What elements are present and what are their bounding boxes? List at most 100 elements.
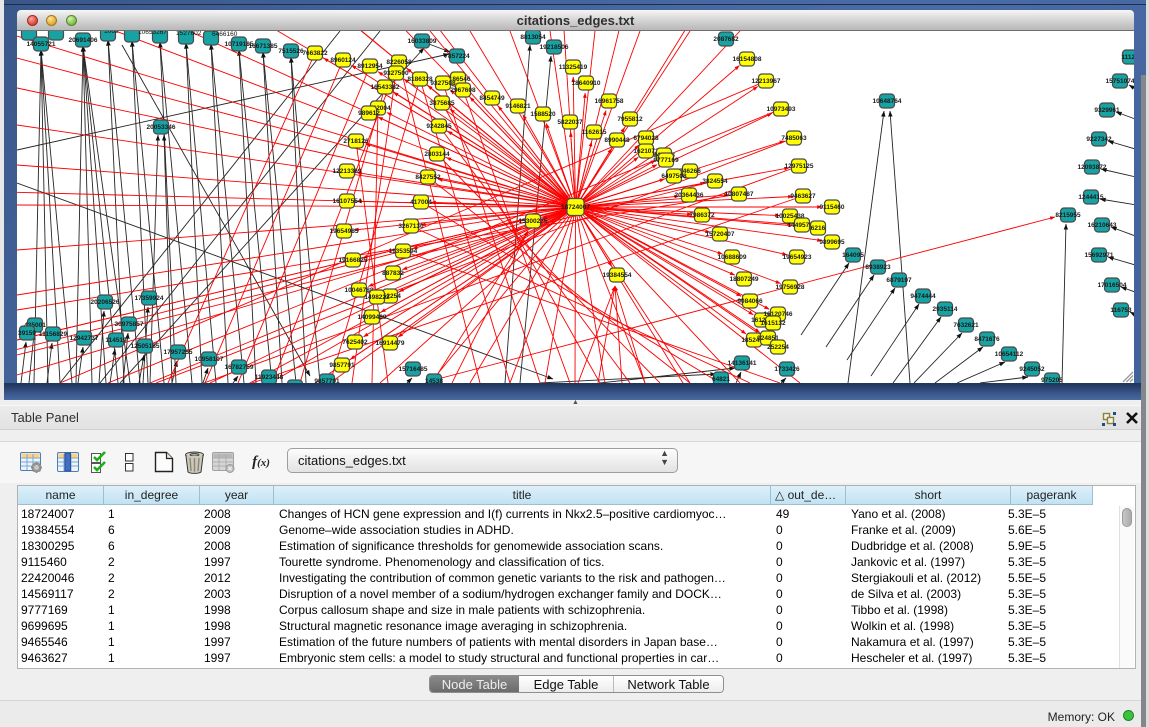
svg-text:3824554: 3824554 (702, 178, 728, 185)
svg-text:16671385: 16671385 (249, 43, 278, 50)
svg-text:10653267: 10653267 (138, 31, 167, 36)
svg-text:9857791: 9857791 (314, 378, 340, 383)
svg-text:12942737: 12942737 (70, 335, 99, 342)
svg-text:7632621: 7632621 (953, 322, 979, 329)
svg-text:10688609: 10688609 (718, 254, 747, 261)
svg-text:19756928: 19756928 (776, 284, 805, 291)
svg-text:14538: 14538 (425, 378, 443, 383)
svg-text:8427552: 8427552 (415, 174, 441, 181)
svg-text:5822037: 5822037 (557, 119, 583, 126)
svg-text:17957255: 17957255 (164, 349, 193, 356)
svg-text:3875685: 3875685 (429, 100, 455, 107)
svg-text:12505185: 12505185 (131, 343, 160, 350)
svg-text:989612: 989612 (358, 110, 380, 117)
svg-text:64821: 64821 (712, 376, 730, 383)
svg-text:8454749: 8454749 (479, 95, 505, 102)
svg-text:9899695: 9899695 (819, 239, 845, 246)
svg-text:887832: 887832 (382, 270, 404, 277)
svg-text:164095: 164095 (842, 252, 864, 259)
svg-text:9227342: 9227342 (1086, 136, 1112, 143)
svg-text:20691406: 20691406 (69, 37, 98, 44)
svg-text:252254: 252254 (767, 344, 789, 351)
svg-text:9115460: 9115460 (820, 204, 845, 211)
svg-text:30975857: 30975857 (115, 321, 144, 328)
svg-text:14136141: 14136141 (728, 360, 757, 367)
svg-text:10973493: 10973493 (767, 106, 796, 113)
svg-text:19654923: 19654923 (783, 254, 812, 261)
svg-text:11353594: 11353594 (389, 248, 418, 255)
svg-text:11325419: 11325419 (559, 64, 588, 71)
svg-text:19218506: 19218506 (540, 44, 569, 51)
svg-text:17016504: 17016504 (1098, 282, 1127, 289)
svg-text:16914479: 16914479 (376, 340, 405, 347)
svg-text:11156829: 11156829 (39, 331, 68, 338)
svg-text:7857224: 7857224 (444, 53, 470, 60)
svg-text:8960124: 8960124 (330, 57, 356, 64)
svg-text:9463627: 9463627 (790, 193, 816, 200)
svg-text:2935114: 2935114 (933, 306, 958, 313)
svg-text:20364436: 20364436 (675, 192, 704, 199)
svg-text:417004: 417004 (410, 199, 432, 206)
svg-text:15300275: 15300275 (519, 218, 548, 225)
svg-text:10654112: 10654112 (995, 351, 1024, 358)
svg-text:20206526: 20206526 (91, 299, 120, 306)
svg-text:15751074: 15751074 (1106, 78, 1134, 85)
svg-text:9242845: 9242845 (426, 123, 452, 130)
svg-text:16154808: 16154808 (733, 56, 762, 63)
svg-text:2087682: 2087682 (713, 36, 739, 43)
svg-text:6879197: 6879197 (886, 277, 912, 284)
svg-text:6794028: 6794028 (633, 135, 659, 142)
svg-text:11123: 11123 (1121, 54, 1134, 61)
svg-text:17359924: 17359924 (135, 295, 164, 302)
svg-text:116753: 116753 (1110, 307, 1132, 314)
svg-text:9146821: 9146821 (505, 103, 531, 110)
svg-text:9857791: 9857791 (329, 362, 355, 369)
svg-text:16033809: 16033809 (408, 38, 437, 45)
svg-text:20053346: 20053346 (147, 124, 176, 131)
svg-text:114519: 114519 (105, 337, 127, 344)
svg-text:9474444: 9474444 (910, 293, 936, 300)
svg-text:10807487: 10807487 (725, 191, 754, 198)
svg-text:8471676: 8471676 (974, 336, 1000, 343)
svg-text:7485063: 7485063 (781, 135, 807, 142)
svg-text:12213967: 12213967 (752, 78, 781, 85)
svg-text:1065: 1065 (104, 31, 119, 35)
svg-text:1527602: 1527602 (176, 31, 202, 37)
svg-text:1244415: 1244415 (1078, 194, 1104, 201)
svg-text:8938923: 8938923 (865, 264, 891, 271)
svg-text:7986372: 7986372 (689, 212, 715, 219)
svg-text:9245052: 9245052 (1019, 366, 1045, 373)
svg-text:975205: 975205 (1041, 377, 1063, 383)
svg-text:1498222: 1498222 (364, 294, 390, 301)
svg-text:7625402: 7625402 (342, 339, 368, 346)
svg-text:9777169: 9777169 (653, 157, 679, 164)
svg-text:2967608: 2967608 (450, 87, 476, 94)
svg-text:10958107: 10958107 (195, 356, 224, 363)
svg-text:6466160: 6466160 (212, 31, 238, 38)
svg-text:18724007: 18724007 (561, 204, 590, 211)
svg-text:39159: 39159 (18, 330, 36, 337)
svg-text:15692971: 15692971 (1085, 252, 1114, 259)
svg-text:18807249: 18807249 (730, 276, 759, 283)
svg-text:6497508: 6497508 (661, 173, 687, 180)
svg-text:16107554: 16107554 (333, 198, 362, 205)
svg-text:16961758: 16961758 (595, 98, 624, 105)
svg-text:9327500: 9327500 (383, 70, 409, 77)
svg-text:1588520: 1588520 (530, 111, 556, 118)
svg-text:7663822: 7663822 (302, 50, 328, 57)
svg-text:8912954: 8912954 (357, 63, 383, 70)
svg-text:9084066: 9084066 (737, 298, 763, 305)
svg-text:2803144: 2803144 (424, 151, 450, 158)
svg-text:15716485: 15716485 (399, 366, 428, 373)
svg-text:18640910: 18640910 (572, 80, 601, 87)
svg-text:8186328: 8186328 (407, 76, 433, 83)
svg-text:16210643: 16210643 (1088, 222, 1117, 229)
svg-text:16782759: 16782759 (225, 364, 254, 371)
svg-text:19384554: 19384554 (603, 272, 632, 279)
svg-text:12975125: 12975125 (785, 163, 814, 170)
svg-text:6216: 6216 (811, 225, 826, 232)
svg-text:19166825: 19166825 (339, 257, 368, 264)
svg-text:12093872: 12093872 (1078, 164, 1107, 171)
svg-text:9327508: 9327508 (430, 80, 456, 87)
svg-text:16543382: 16543382 (371, 84, 400, 91)
